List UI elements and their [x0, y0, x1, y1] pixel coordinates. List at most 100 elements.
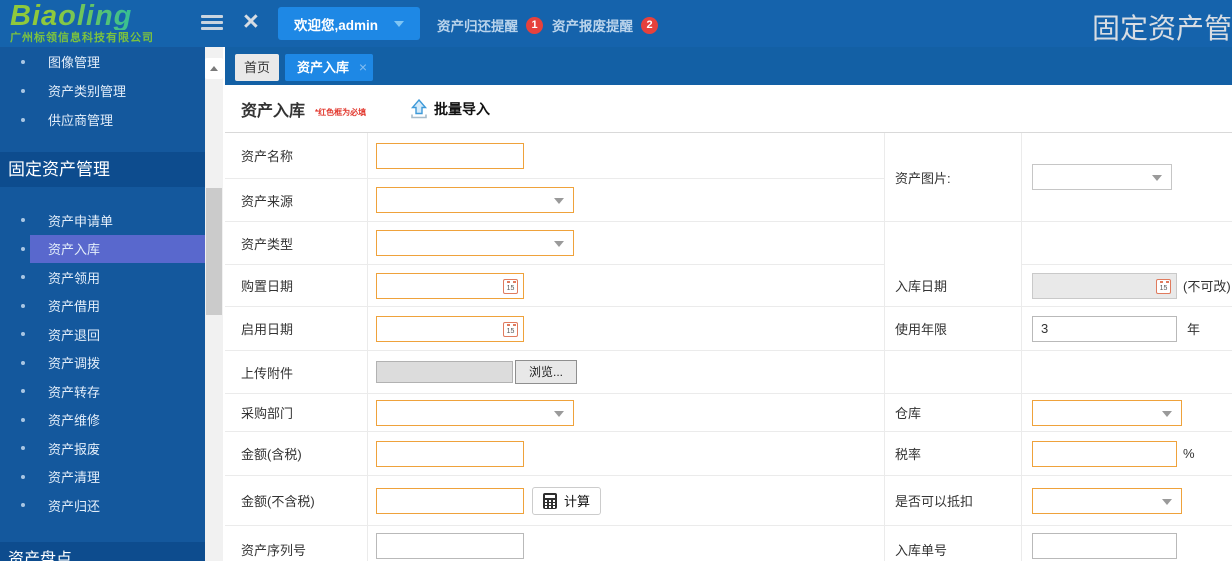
- bullet-icon: [21, 275, 25, 279]
- asset-image-select[interactable]: [1032, 164, 1172, 190]
- field-asset-source: [368, 179, 885, 222]
- field-label-enable-date: 启用日期: [225, 307, 368, 351]
- sidebar-item-asset-borrow[interactable]: 资产借用: [0, 292, 205, 321]
- close-icon[interactable]: ×: [243, 6, 259, 37]
- sidebar-item-image-mgmt[interactable]: 图像管理: [0, 47, 205, 76]
- field-warehouse: [1022, 394, 1232, 432]
- sidebar-nav: 图像管理 资产类别管理 供应商管理 固定资产管理 资产申请单 资产入库 资产领用…: [0, 47, 205, 561]
- bullet-icon: [21, 503, 25, 507]
- scroll-up-button[interactable]: [205, 58, 223, 79]
- field-label-asset-source: 资产来源: [225, 179, 368, 222]
- bullet-icon: [21, 389, 25, 393]
- tab-asset-inbound[interactable]: 资产入库 ×: [285, 54, 373, 81]
- asset-name-input[interactable]: [376, 143, 524, 169]
- field-inbound-no: [1022, 526, 1232, 561]
- batch-import-label: 批量导入: [434, 99, 490, 119]
- tab-home[interactable]: 首页: [235, 54, 279, 81]
- bullet-icon: [21, 361, 25, 365]
- count-badge: 2: [641, 17, 658, 34]
- sidebar-item-asset-giveback[interactable]: 资产归还: [0, 491, 205, 520]
- empty-cell: [1022, 222, 1232, 265]
- field-upload-attachment: 浏览...: [368, 351, 885, 394]
- sidebar-item-supplier-mgmt[interactable]: 供应商管理: [0, 105, 205, 134]
- sidebar-section-fixed-asset-mgmt[interactable]: 固定资产管理: [0, 152, 205, 187]
- field-asset-name: [368, 133, 885, 179]
- upload-icon: [410, 99, 428, 119]
- field-amount-without-tax: 计算: [368, 476, 885, 526]
- amount-with-tax-input[interactable]: [376, 441, 524, 467]
- sidebar-item-label: 资产归还: [48, 496, 100, 515]
- sidebar-item-label: 资产报废: [48, 439, 100, 458]
- logo-subtitle: 广州标领信息科技有限公司: [10, 29, 154, 45]
- bullet-icon: [21, 304, 25, 308]
- asset-inbound-form: 资产名称 资产图片: 资产来源 资产类型 购置日期: [225, 133, 1232, 561]
- hamburger-menu-icon[interactable]: [201, 15, 223, 33]
- sidebar-item-asset-return[interactable]: 资产退回: [0, 320, 205, 349]
- deductible-select[interactable]: [1032, 488, 1182, 514]
- sidebar-scrollbar[interactable]: [205, 47, 223, 561]
- sidebar-item-label: 资产类别管理: [48, 81, 126, 100]
- scrollbar-thumb[interactable]: [206, 188, 222, 315]
- sidebar-item-asset-cleanup[interactable]: 资产清理: [0, 463, 205, 492]
- asset-scrap-reminder-link[interactable]: 资产报废提醒 2: [552, 15, 658, 35]
- calendar-icon[interactable]: 15: [1156, 279, 1171, 294]
- field-label-asset-name: 资产名称: [225, 133, 368, 179]
- purchase-date-input[interactable]: 15: [376, 273, 524, 299]
- page-title: 资产入库: [241, 97, 305, 121]
- app-title: 固定资产管: [1092, 7, 1232, 47]
- chevron-up-icon: [210, 66, 218, 71]
- asset-source-select[interactable]: [376, 187, 574, 213]
- field-inbound-date: 15 (不可改): [1022, 265, 1232, 307]
- bullet-icon: [21, 89, 25, 93]
- amount-without-tax-input[interactable]: [376, 488, 524, 514]
- tax-rate-input[interactable]: [1032, 441, 1177, 467]
- asset-type-select[interactable]: [376, 230, 574, 256]
- field-asset-serial: [368, 526, 885, 561]
- sidebar-item-label: 资产领用: [48, 268, 100, 287]
- field-label-inbound-no: 入库单号: [885, 526, 1022, 561]
- service-life-input[interactable]: 3: [1032, 316, 1177, 342]
- sidebar-item-asset-request[interactable]: 资产申请单: [0, 206, 205, 235]
- sidebar-item-label: 资产入库: [48, 239, 100, 258]
- asset-return-reminder-link[interactable]: 资产归还提醒 1: [437, 15, 543, 35]
- readonly-note: (不可改): [1183, 276, 1231, 295]
- sidebar-item-asset-repair[interactable]: 资产维修: [0, 406, 205, 435]
- inbound-date-input: 15: [1032, 273, 1177, 299]
- warehouse-select[interactable]: [1032, 400, 1182, 426]
- file-path-input[interactable]: [376, 361, 513, 383]
- sidebar-section-asset-inventory[interactable]: 资产盘点: [0, 542, 205, 561]
- sidebar-item-label: 资产清理: [48, 467, 100, 486]
- field-label-asset-type: 资产类型: [225, 222, 368, 265]
- welcome-label: 欢迎您,admin: [294, 14, 378, 34]
- batch-import-button[interactable]: 批量导入: [410, 85, 490, 133]
- sidebar-item-label: 供应商管理: [48, 110, 113, 129]
- bullet-icon: [21, 60, 25, 64]
- field-label-warehouse: 仓库: [885, 394, 1022, 432]
- enable-date-input[interactable]: 15: [376, 316, 524, 342]
- sidebar-item-asset-category-mgmt[interactable]: 资产类别管理: [0, 76, 205, 105]
- reminder-label: 资产报废提醒: [552, 15, 633, 35]
- calculate-label: 计算: [564, 491, 590, 510]
- browse-button[interactable]: 浏览...: [515, 360, 577, 384]
- sidebar-item-asset-issue[interactable]: 资产领用: [0, 263, 205, 292]
- user-menu-button[interactable]: 欢迎您,admin: [278, 7, 420, 40]
- asset-serial-input[interactable]: [376, 533, 524, 559]
- tab-close-icon[interactable]: ×: [359, 54, 367, 81]
- unit-year-label: 年: [1187, 319, 1200, 338]
- sidebar-item-asset-transfer[interactable]: 资产调拨: [0, 349, 205, 378]
- field-amount-with-tax: [368, 432, 885, 476]
- bullet-icon: [21, 218, 25, 222]
- topbar: Biaoling 广州标领信息科技有限公司 × 欢迎您,admin 资产归还提醒…: [0, 0, 1232, 47]
- sidebar-item-asset-scrap[interactable]: 资产报废: [0, 434, 205, 463]
- calendar-icon[interactable]: 15: [503, 279, 518, 294]
- field-label-asset-image: 资产图片:: [885, 133, 1022, 222]
- bullet-icon: [21, 332, 25, 336]
- sidebar-item-asset-storage[interactable]: 资产转存: [0, 377, 205, 406]
- field-label-deductible: 是否可以抵扣: [885, 476, 1022, 526]
- calendar-icon[interactable]: 15: [503, 322, 518, 337]
- inbound-no-input[interactable]: [1032, 533, 1177, 559]
- sidebar-item-asset-inbound[interactable]: 资产入库: [0, 235, 205, 264]
- purchase-dept-select[interactable]: [376, 400, 574, 426]
- calculate-button[interactable]: 计算: [532, 487, 601, 515]
- bullet-icon: [21, 118, 25, 122]
